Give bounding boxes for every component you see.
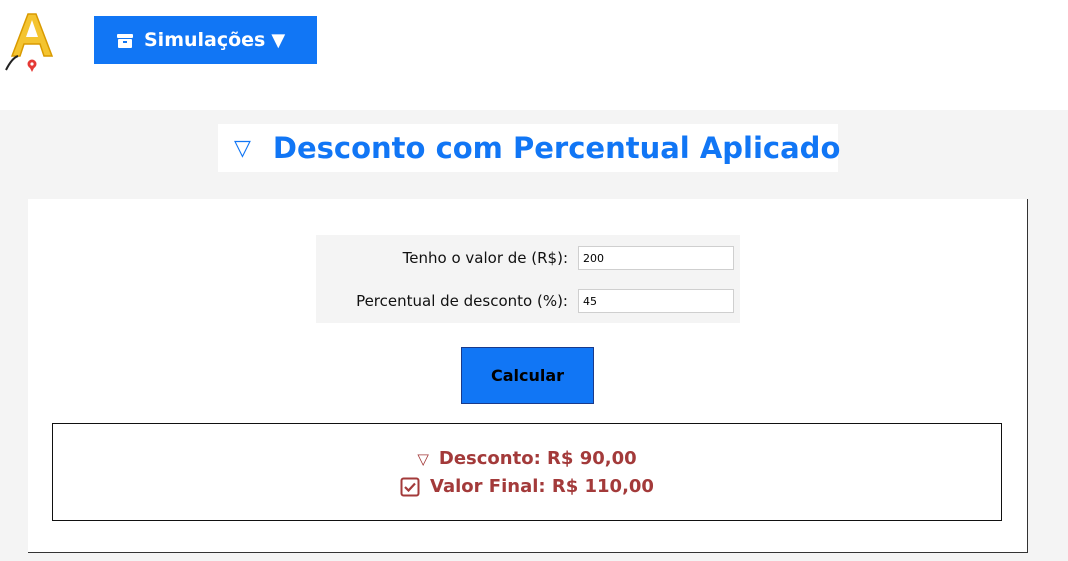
discount-text: Desconto: R$ 90,00 [438, 448, 637, 469]
app-logo[interactable] [4, 6, 64, 78]
value-input[interactable] [578, 246, 734, 270]
calculator-card: Tenho o valor de (R$): Percentual de des… [28, 199, 1028, 553]
input-form: Tenho o valor de (R$): Percentual de des… [316, 235, 740, 323]
calculate-button[interactable]: Calcular [461, 347, 594, 404]
box-icon [116, 32, 134, 48]
triangle-down-icon: ▽ [234, 135, 251, 161]
final-value-text: Valor Final: R$ 110,00 [430, 476, 654, 497]
simulations-menu-button[interactable]: Simulações ▼ [94, 16, 317, 64]
percent-row: Percentual de desconto (%): [316, 286, 740, 316]
result-panel: ▽ Desconto: R$ 90,00 Valor Final: R$ 110… [52, 423, 1002, 521]
triangle-down-icon: ▽ [417, 449, 429, 468]
simulations-menu-label: Simulações [144, 29, 266, 51]
value-row: Tenho o valor de (R$): [316, 243, 740, 273]
page-title-bar: ▽ Desconto com Percentual Aplicado [218, 124, 841, 172]
chevron-down-icon: ▼ [271, 29, 286, 51]
checkbox-checked-icon [400, 477, 420, 497]
discount-result: ▽ Desconto: R$ 90,00 [53, 448, 1001, 469]
top-bar: Simulações ▼ [0, 0, 1068, 110]
final-value-result: Valor Final: R$ 110,00 [53, 476, 1001, 497]
percent-label: Percentual de desconto (%): [356, 292, 568, 310]
percent-input[interactable] [578, 289, 734, 313]
value-label: Tenho o valor de (R$): [402, 249, 568, 267]
page-title: Desconto com Percentual Aplicado [272, 131, 841, 165]
